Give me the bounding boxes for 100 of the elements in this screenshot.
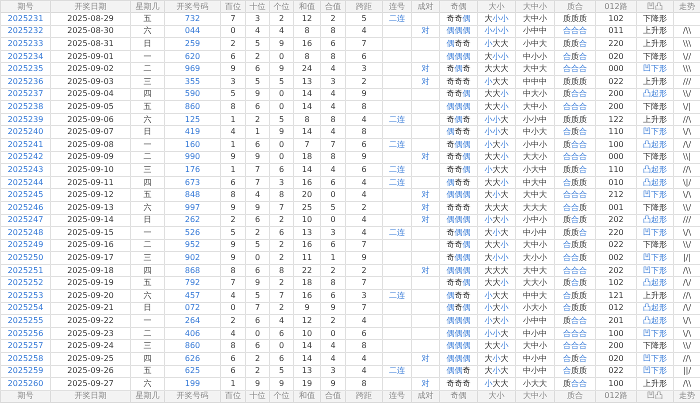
column-header: 大小 xyxy=(488,391,504,400)
table-cell: 6 xyxy=(361,140,367,149)
table-cell: 6 xyxy=(361,328,367,338)
table-cell: 3 xyxy=(330,366,336,376)
table-cell: 012 xyxy=(608,303,624,312)
table-cell: 大大小 xyxy=(484,240,508,250)
table-cell: 6 xyxy=(254,215,260,224)
table-cell: 6 xyxy=(278,354,284,363)
table-cell: 大大小 xyxy=(484,89,508,98)
table-cell: 偶奇奇 xyxy=(446,38,470,48)
table-cell: 25 xyxy=(302,202,312,212)
table-cell: 4 xyxy=(230,328,236,338)
table-cell: 大大大 xyxy=(523,202,547,212)
table-cell: 5 xyxy=(254,240,260,250)
column-header: 奇偶 xyxy=(450,391,466,400)
table-cell: 18 xyxy=(302,152,312,162)
table-cell: 4 xyxy=(254,26,260,36)
table-cell: 二 xyxy=(144,152,152,162)
table-cell: 小大小 xyxy=(484,215,508,224)
table-cell: \\| xyxy=(682,152,692,162)
table-cell: 12 xyxy=(302,14,312,23)
table-cell: 2 xyxy=(330,266,336,275)
table-cell: 合质合 xyxy=(563,354,587,363)
table-cell: 凹下形 xyxy=(643,127,667,136)
table-cell: 中大中 xyxy=(523,178,547,187)
table-cell: 100 xyxy=(608,328,624,338)
column-header: 成对 xyxy=(418,391,434,400)
table-cell: 上升形 xyxy=(643,38,667,48)
table-cell: 奇奇偶 xyxy=(446,14,470,23)
table-cell: 2025-09-11 xyxy=(67,178,114,187)
table-cell: 凹下形 xyxy=(643,228,667,237)
table-cell: 16 xyxy=(302,290,312,300)
table-cell: 18 xyxy=(302,278,312,288)
column-header: 和值 xyxy=(299,2,315,10)
table-cell: 5 xyxy=(254,76,260,86)
table-cell: 上升形 xyxy=(643,114,667,124)
table-cell: 偶奇奇 xyxy=(446,290,470,300)
table-cell: 偶偶偶 xyxy=(446,102,470,111)
table-cell: 020 xyxy=(608,354,624,363)
table-cell: 大小大 xyxy=(484,366,508,376)
table-cell: 质质质 xyxy=(563,114,587,124)
table-cell: /\/ xyxy=(682,303,692,312)
column-header: 百位 xyxy=(225,2,241,10)
table-cell: 小大大 xyxy=(484,38,508,48)
table-cell: 2025-09-02 xyxy=(67,64,114,74)
table-cell: /\\ xyxy=(682,266,692,275)
table-cell: 4 xyxy=(330,102,336,111)
table-cell: 4 xyxy=(361,228,367,237)
table-cell: 110 xyxy=(608,164,624,174)
table-cell: 小中小 xyxy=(523,215,547,224)
column-header: 大小 xyxy=(488,2,504,10)
table-cell: 5 xyxy=(254,38,260,48)
table-cell: \\/ xyxy=(682,202,692,212)
table-cell: 偶偶偶 xyxy=(446,266,470,275)
table-cell: 19 xyxy=(302,379,312,388)
table-cell: 凸起形 xyxy=(643,89,667,98)
table-cell: 9 xyxy=(230,253,236,262)
column-header: 个位 xyxy=(274,391,290,400)
table-cell: 201 xyxy=(608,316,624,326)
table-cell: 2 xyxy=(278,303,284,312)
column-header: 期号 xyxy=(18,391,34,400)
table-cell: 奇偶奇 xyxy=(446,64,470,74)
table-cell: 小大小 xyxy=(484,316,508,326)
table-cell: 4 xyxy=(278,316,284,326)
table-cell: 8 xyxy=(330,52,336,61)
table-cell: 下降形 xyxy=(643,240,667,250)
table-cell: 2025-09-06 xyxy=(67,114,114,124)
table-cell: 下降形 xyxy=(643,152,667,162)
table-cell: 奇奇偶 xyxy=(446,152,470,162)
table-cell: 200 xyxy=(608,102,624,111)
table-cell: 13 xyxy=(302,366,312,376)
table-cell: |/| xyxy=(682,253,692,262)
table-cell: 合质质 xyxy=(563,303,587,312)
column-header: 凹凸 xyxy=(647,2,663,10)
table-cell: 凸起形 xyxy=(643,278,667,288)
table-cell: 大中小 xyxy=(523,102,547,111)
table-cell: 大大小 xyxy=(484,178,508,187)
table-cell: 2025-09-17 xyxy=(67,253,114,262)
table-cell: 质合质 xyxy=(563,215,587,224)
table-cell: 2025-09-13 xyxy=(67,202,114,212)
table-cell: 凸起形 xyxy=(643,215,667,224)
table-cell: 质合合 xyxy=(563,316,587,326)
table-cell: 偶偶偶 xyxy=(446,328,470,338)
table-cell: 6 xyxy=(330,240,336,250)
table-cell: 六 xyxy=(144,290,152,300)
table-cell: 六 xyxy=(144,26,152,36)
table-cell: 9 xyxy=(254,278,260,288)
table-cell: 奇奇奇 xyxy=(446,202,470,212)
table-cell: 14 xyxy=(302,127,312,136)
table-cell: 6 xyxy=(230,354,236,363)
table-cell: 4 xyxy=(361,215,367,224)
table-cell: 2025-09-18 xyxy=(67,266,114,275)
table-cell: 5 xyxy=(230,89,236,98)
table-cell: 8 xyxy=(330,278,336,288)
table-cell: 12 xyxy=(302,316,312,326)
table-cell: 1 xyxy=(230,379,236,388)
table-cell: 上升形 xyxy=(643,76,667,86)
table-cell: 9 xyxy=(361,152,367,162)
table-cell: 200 xyxy=(608,341,624,350)
column-header: 质合 xyxy=(567,391,583,400)
